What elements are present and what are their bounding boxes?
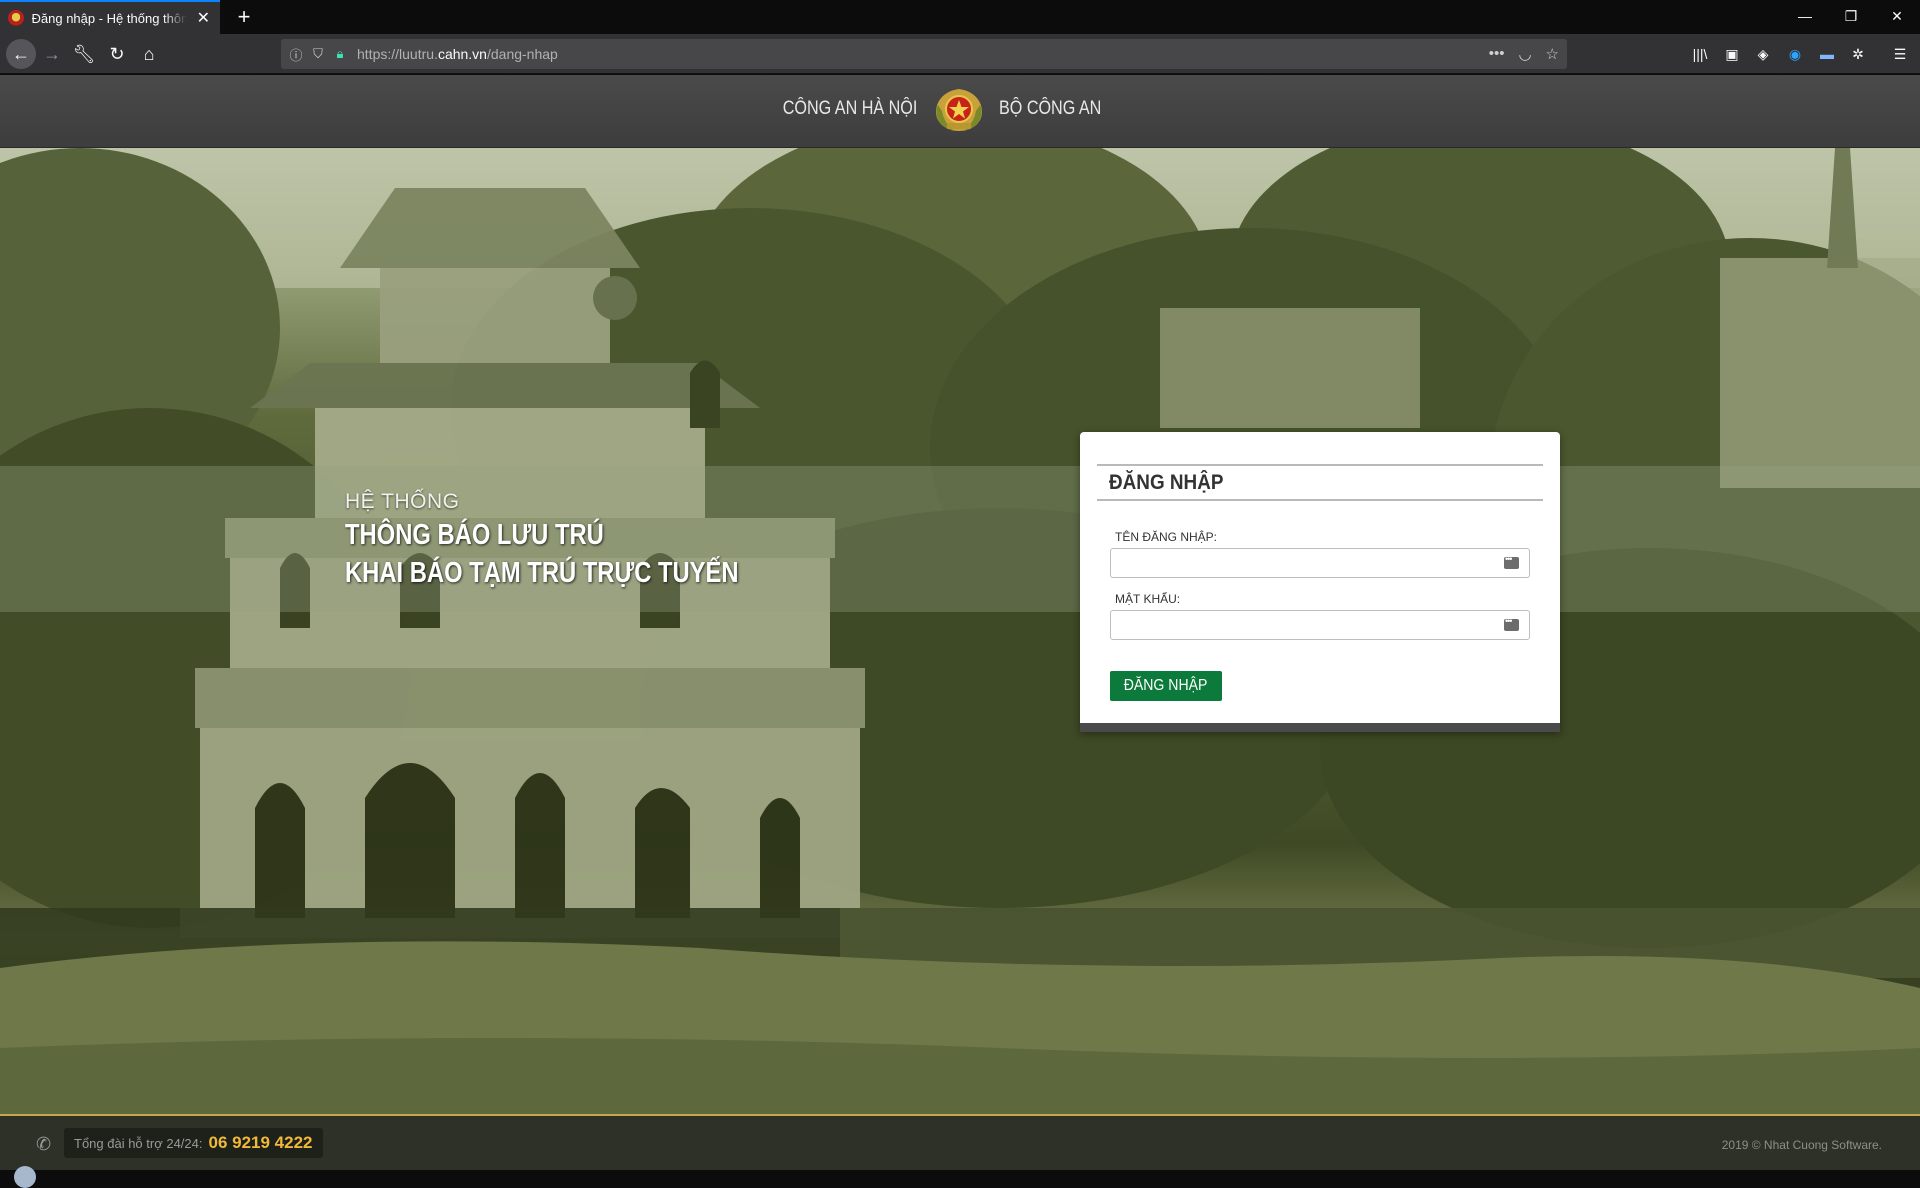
back-icon[interactable]: ← [6, 39, 36, 69]
tab-title: Đăng nhập - Hệ thống thông báo lưu trú [31, 10, 187, 26]
close-window-button[interactable]: ✕ [1874, 0, 1920, 34]
close-tab-icon[interactable]: ✕ [195, 8, 212, 28]
site-header: CÔNG AN HÀ NỘI BỘ CÔNG AN [0, 75, 1920, 148]
reload-icon[interactable]: ↻ [103, 40, 131, 68]
home-icon[interactable]: ⌂ [135, 40, 163, 68]
url-text[interactable]: https://luutru.cahn.vn/dang-nhap [357, 46, 558, 62]
site-favicon-icon [8, 10, 24, 26]
password-manager-icon[interactable] [1504, 554, 1519, 569]
support-phone-number[interactable]: 06 9219 4222 [209, 1133, 313, 1153]
login-header: ĐĂNG NHẬP [1097, 464, 1543, 501]
address-bar[interactable]: ⓘ ⛉ 🔒︎ https://luutru.cahn.vn/dang-nhap … [281, 39, 1567, 69]
bookmark-star-icon[interactable]: ☆ [1546, 45, 1559, 63]
wrench-icon[interactable]: 🔧︎ [70, 40, 98, 68]
pocket-icon[interactable]: ◡ [1518, 45, 1531, 63]
page-actions-icon[interactable]: ••• [1489, 45, 1505, 63]
extension-icon[interactable]: ▬ [1817, 44, 1837, 64]
hero-background-image [0, 148, 1920, 1114]
phone-icon: ✆ [36, 1134, 52, 1154]
info-icon[interactable]: ⓘ [289, 45, 303, 64]
extension-icon[interactable]: ◈ [1753, 44, 1773, 64]
copyright-text: 2019 © Nhat Cuong Software. [1721, 1138, 1882, 1152]
username-label: TÊN ĐĂNG NHẬP: [1115, 530, 1218, 544]
menu-icon[interactable]: ☰ [1890, 44, 1910, 64]
restore-button[interactable]: ❐ [1828, 0, 1874, 34]
library-icon[interactable]: |||\ [1690, 44, 1710, 64]
browser-tab-bar: Đăng nhập - Hệ thống thông báo lưu trú ✕… [0, 0, 1920, 34]
username-input[interactable] [1117, 549, 1497, 577]
password-field[interactable] [1110, 610, 1530, 640]
password-input[interactable] [1117, 611, 1497, 639]
hero-text-band [0, 466, 1920, 612]
new-tab-button[interactable]: + [230, 3, 258, 31]
support-hotline: Tổng đài hỗ trợ 24/24: 06 9219 4222 [64, 1128, 323, 1158]
hero-subtitle: HỆ THỐNG [345, 490, 460, 513]
extension-icon[interactable]: ◉ [1785, 44, 1805, 64]
browser-nav-bar: ← → 🔧︎ ↻ ⌂ ⓘ ⛉ 🔒︎ https://luutru.cahn.vn… [0, 34, 1920, 74]
hero-title-line-2: KHAI BÁO TẠM TRÚ TRỰC TUYẾN [345, 557, 739, 589]
forward-icon[interactable]: → [38, 40, 66, 68]
site-footer: ✆ Tổng đài hỗ trợ 24/24: 06 9219 4222 20… [0, 1114, 1920, 1188]
hero-title-line-1: THÔNG BÁO LƯU TRÚ [345, 519, 604, 551]
hero-section: HỆ THỐNG THÔNG BÁO LƯU TRÚ KHAI BÁO TẠM … [0, 148, 1920, 1114]
login-title: ĐĂNG NHẬP [1109, 471, 1224, 494]
minimize-button[interactable]: — [1782, 0, 1828, 34]
password-manager-icon[interactable] [1504, 616, 1519, 631]
header-right-text: BỘ CÔNG AN [999, 98, 1102, 119]
password-label: MẬT KHẨU: [1115, 592, 1181, 606]
extension-icon[interactable]: ✲ [1848, 44, 1868, 64]
login-button[interactable]: ĐĂNG NHẬP [1110, 671, 1222, 701]
shield-icon[interactable]: ⛉ [311, 46, 325, 62]
login-form: ĐĂNG NHẬP TÊN ĐĂNG NHẬP: MẬT KHẨU: ĐĂNG … [1080, 432, 1560, 732]
sidebar-icon[interactable]: ▣ [1722, 44, 1742, 64]
lock-icon[interactable]: 🔒︎ [333, 46, 347, 62]
username-field[interactable] [1110, 548, 1530, 578]
header-left-text: CÔNG AN HÀ NỘI [782, 98, 917, 119]
police-emblem-icon [936, 89, 982, 131]
browser-tab[interactable]: Đăng nhập - Hệ thống thông báo lưu trú ✕ [0, 0, 220, 34]
avatar [14, 1166, 36, 1188]
login-button-label: ĐĂNG NHẬP [1124, 677, 1208, 694]
support-label: Tổng đài hỗ trợ 24/24: [74, 1135, 203, 1151]
